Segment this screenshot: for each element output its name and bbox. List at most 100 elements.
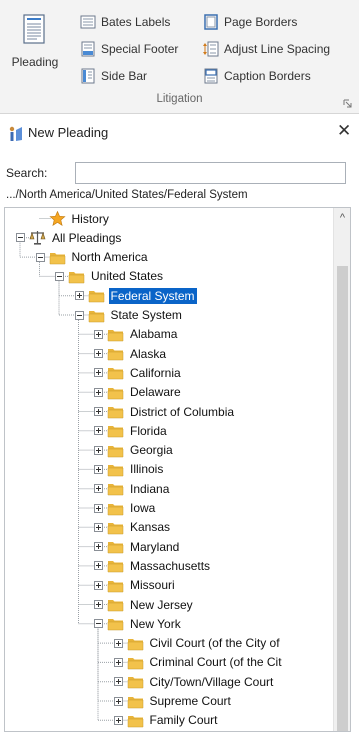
tree-node[interactable]: United States <box>55 267 165 286</box>
expand-node-icon[interactable] <box>94 522 103 532</box>
folder-icon <box>127 696 143 708</box>
expand-node-icon[interactable] <box>94 329 103 339</box>
folder-icon <box>107 426 124 438</box>
dialog-launcher-icon[interactable] <box>343 99 352 108</box>
side-bar-button[interactable]: Side Bar <box>80 65 147 87</box>
expand-node-icon[interactable] <box>94 464 103 474</box>
expand-node-icon[interactable] <box>113 657 123 667</box>
folder-icon <box>68 271 85 284</box>
caption-borders-label: Caption Borders <box>224 69 311 83</box>
tree-node[interactable]: Massachusetts <box>94 556 212 575</box>
tree-node[interactable]: New Jersey <box>94 595 195 614</box>
tree-node[interactable]: New York <box>94 614 183 633</box>
collapse-node-icon[interactable] <box>55 271 64 281</box>
collapse-node-icon[interactable] <box>35 252 45 262</box>
adjust-line-spacing-button[interactable]: Adjust Line Spacing <box>203 38 330 60</box>
tree-node[interactable]: Illinois <box>94 460 165 479</box>
tree-node[interactable]: Delaware <box>94 383 183 402</box>
collapse-node-icon[interactable] <box>74 310 84 320</box>
tree-node[interactable]: District of Columbia <box>94 402 236 421</box>
close-pane-button[interactable]: ✕ <box>337 121 351 141</box>
expand-node-icon[interactable] <box>74 291 84 301</box>
folder-icon <box>107 329 124 342</box>
search-label: Search: <box>6 166 48 180</box>
scroll-thumb[interactable] <box>337 266 348 731</box>
tree-node-label: City/Town/Village Court <box>149 674 274 689</box>
bates-labels-icon <box>80 15 96 29</box>
expand-node-icon[interactable] <box>94 542 103 552</box>
tree-node[interactable]: California <box>94 363 183 382</box>
pleading-document-icon <box>23 14 45 44</box>
folder-icon <box>107 600 124 612</box>
folder-icon <box>88 310 104 322</box>
tree-node[interactable]: All Pleadings <box>16 228 123 247</box>
folder-icon <box>107 619 124 631</box>
tree-node[interactable]: History <box>36 209 111 228</box>
expand-node-icon[interactable] <box>113 715 123 725</box>
tree-node-label: United States <box>91 269 164 284</box>
expand-node-icon[interactable] <box>94 600 103 609</box>
tree-node[interactable]: Kansas <box>94 518 172 537</box>
page-borders-label: Page Borders <box>224 15 298 29</box>
folder-icon <box>107 445 124 457</box>
tree-scrollbar[interactable]: ^ <box>333 208 350 731</box>
tree-node[interactable]: Alabama <box>94 325 179 344</box>
star-icon <box>48 211 66 226</box>
tree-node[interactable]: Supreme Court <box>113 692 233 711</box>
tree-node[interactable]: Florida <box>94 421 169 440</box>
expand-node-icon[interactable] <box>94 387 103 397</box>
expand-node-icon[interactable] <box>94 580 103 590</box>
ribbon-litigation-group: Pleading Bates Labels Special Footer Sid… <box>0 0 359 114</box>
folder-icon <box>107 349 124 361</box>
expand-node-icon[interactable] <box>94 349 103 359</box>
pleading-tree[interactable]: History All Pleadings North America United … <box>4 207 351 732</box>
tree-node[interactable]: State System <box>74 306 184 325</box>
folder-icon <box>107 542 124 554</box>
caption-borders-button[interactable]: Caption Borders <box>203 65 311 87</box>
folder-icon <box>127 677 143 689</box>
tree-node[interactable]: Criminal Court (of the Cit <box>113 653 284 672</box>
expand-node-icon[interactable] <box>94 426 103 436</box>
tree-node[interactable]: Federal System <box>74 286 197 305</box>
folder-icon <box>107 484 124 496</box>
tree-node-label: Kansas <box>130 520 171 535</box>
tree-node[interactable]: Family Court <box>113 711 220 730</box>
tree-node-label: Family Court <box>149 713 218 728</box>
tree-node[interactable]: Alaska <box>94 344 168 363</box>
tree-node[interactable]: City/Town/Village Court <box>113 672 276 691</box>
expand-node-icon[interactable] <box>94 445 103 455</box>
folder-icon <box>49 252 65 264</box>
expand-node-icon[interactable] <box>94 368 103 378</box>
special-footer-button[interactable]: Special Footer <box>80 38 178 60</box>
collapse-node-icon[interactable] <box>16 233 25 243</box>
expand-node-icon[interactable] <box>94 484 103 494</box>
expand-node-icon[interactable] <box>94 561 103 571</box>
tree-node-label: Civil Court (of the City of <box>149 636 280 651</box>
expand-node-icon[interactable] <box>113 638 123 648</box>
collapse-node-icon[interactable] <box>94 619 103 629</box>
folder-icon <box>107 522 124 535</box>
expand-node-icon[interactable] <box>94 407 103 416</box>
bates-labels-button[interactable]: Bates Labels <box>80 11 170 33</box>
tree-node[interactable]: Maryland <box>94 537 181 556</box>
tree-node[interactable]: Civil Court (of the City of <box>113 634 282 653</box>
folder-icon <box>107 464 124 477</box>
tree-node[interactable]: Missouri <box>94 576 177 595</box>
tree-node[interactable]: Iowa <box>94 499 157 518</box>
tree-node[interactable]: North America <box>35 248 150 267</box>
scroll-up-arrow-icon[interactable]: ^ <box>334 208 350 228</box>
adjust-line-spacing-label: Adjust Line Spacing <box>224 42 331 56</box>
expand-node-icon[interactable] <box>113 677 123 687</box>
tree-node-label: Missouri <box>130 578 175 593</box>
tree-node[interactable]: Indiana <box>94 479 171 498</box>
expand-node-icon[interactable] <box>94 503 103 513</box>
ribbon-group-label: Litigation <box>156 93 203 105</box>
tree-node[interactable]: Georgia <box>94 441 175 460</box>
search-input[interactable] <box>75 162 346 184</box>
tree-node-label: New York <box>130 616 181 631</box>
task-pane-header: New Pleading ✕ <box>0 118 359 148</box>
expand-node-icon[interactable] <box>113 696 123 706</box>
page-borders-button[interactable]: Page Borders <box>203 11 297 33</box>
pleading-button[interactable]: Pleading <box>4 4 66 90</box>
